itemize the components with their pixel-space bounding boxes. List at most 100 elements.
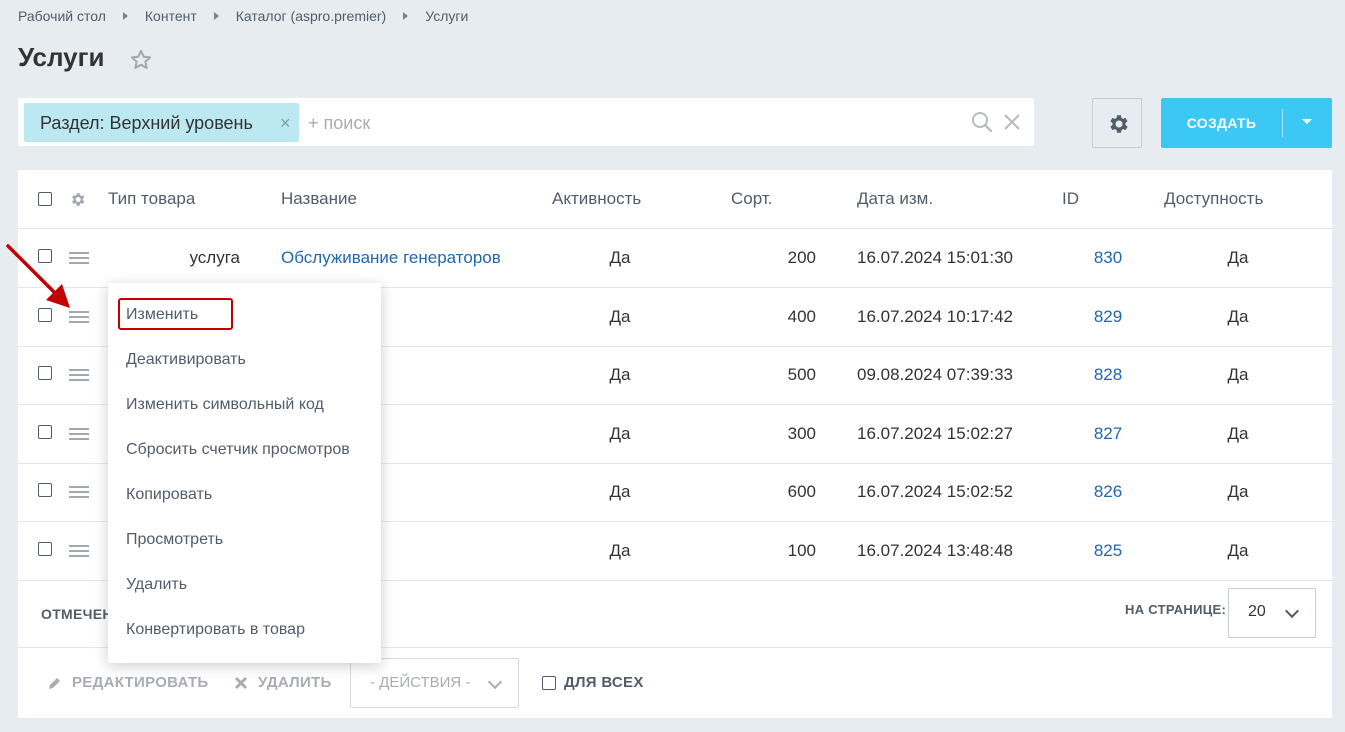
cell-date: 09.08.2024 07:39:33 (857, 365, 1013, 384)
row-checkbox[interactable] (38, 483, 52, 497)
gear-icon (1110, 115, 1128, 133)
menu-item-2[interactable]: Деактивировать (126, 351, 246, 369)
per-page-value: 20 (1248, 603, 1266, 620)
create-button[interactable]: СОЗДАТЬ (1161, 98, 1332, 148)
chevron-down-icon (1284, 603, 1300, 619)
breadcrumb-item-catalog[interactable]: Каталог (aspro.premier) (236, 8, 386, 24)
menu-item-7[interactable]: Удалить (126, 576, 187, 594)
delete-button-label: УДАЛИТЬ (258, 674, 332, 691)
cell-availability: Да (1227, 306, 1249, 326)
edit-button[interactable]: РЕДАКТИРОВАТЬ (48, 674, 209, 691)
menu-item-5[interactable]: Копировать (126, 486, 212, 504)
cell-sort: 100 (787, 540, 816, 560)
cell-date: 16.07.2024 15:02:27 (857, 423, 1013, 443)
column-header-active[interactable]: Активность (552, 189, 641, 209)
cell-type: услуга (189, 248, 240, 267)
edit-button-label: РЕДАКТИРОВАТЬ (72, 674, 209, 691)
column-settings-gear-icon[interactable] (69, 191, 86, 208)
row-checkbox[interactable] (38, 366, 52, 380)
row-menu-icon[interactable] (69, 310, 89, 323)
row-checkbox[interactable] (38, 541, 52, 556)
for-all-label: ДЛЯ ВСЕХ (564, 674, 644, 691)
cell-active: Да (609, 365, 631, 384)
cell-date: 16.07.2024 15:02:52 (857, 482, 1013, 501)
breadcrumb-separator-icon (122, 12, 128, 20)
row-menu-icon[interactable] (69, 252, 89, 264)
row-menu-icon[interactable] (69, 544, 89, 557)
breadcrumb-item-services[interactable]: Услуги (425, 8, 468, 24)
search-icon[interactable] (971, 111, 993, 133)
cell-date: 16.07.2024 15:01:30 (857, 248, 1013, 267)
star-icon[interactable] (129, 48, 153, 72)
per-page-label: НА СТРАНИЦЕ: (1125, 602, 1227, 617)
row-checkbox[interactable] (38, 307, 52, 322)
menu-item-3[interactable]: Изменить символьный код (126, 396, 324, 414)
cell-sort: 400 (787, 306, 816, 326)
column-header-date[interactable]: Дата изм. (857, 189, 933, 209)
breadcrumb-separator-icon (403, 12, 409, 20)
menu-item-1[interactable]: Изменить (126, 306, 198, 324)
column-header-sort[interactable]: Сорт. (731, 189, 772, 209)
for-all-checkbox[interactable] (542, 675, 556, 690)
row-menu-icon[interactable] (69, 427, 89, 440)
selected-count-label: ОТМЕЧЕН (41, 606, 113, 622)
close-icon[interactable] (1003, 113, 1021, 131)
caret-down-icon[interactable] (1302, 119, 1312, 124)
grid-header: Тип товара Название Активность Сорт. Дат… (18, 170, 1332, 229)
breadcrumb-separator-icon (213, 12, 219, 20)
cell-date: 16.07.2024 13:48:48 (857, 540, 1013, 560)
row-context-menu: Изменить Деактивировать Изменить символьны… (108, 283, 381, 663)
cell-id[interactable]: 826 (1068, 482, 1148, 502)
cell-availability: Да (1227, 248, 1249, 267)
cell-id[interactable]: 829 (1068, 307, 1148, 327)
cell-sort: 600 (787, 482, 816, 501)
menu-item-6[interactable]: Просмотреть (126, 531, 223, 549)
per-page-select[interactable]: 20 (1228, 588, 1316, 638)
breadcrumb-item-desktop[interactable]: Рабочий стол (18, 8, 106, 24)
cell-id[interactable]: 828 (1068, 365, 1148, 385)
chevron-down-icon (487, 674, 503, 690)
cell-id[interactable]: 830 (1068, 248, 1148, 268)
settings-button[interactable] (1092, 98, 1142, 148)
row-checkbox[interactable] (38, 249, 52, 263)
column-header-id[interactable]: ID (1062, 189, 1079, 209)
actions-select[interactable]: - ДЕЙСТВИЯ - (350, 658, 519, 708)
column-header-type[interactable]: Тип товара (108, 189, 195, 209)
filter-chip-section[interactable]: Раздел: Верхний уровень × (24, 103, 299, 142)
cell-id[interactable]: 827 (1068, 424, 1148, 444)
cell-sort: 200 (787, 248, 816, 267)
menu-item-8[interactable]: Конвертировать в товар (126, 621, 305, 639)
cell-availability: Да (1227, 482, 1249, 501)
cell-active: Да (609, 248, 631, 267)
cell-active: Да (609, 306, 631, 326)
for-all-toggle[interactable]: ДЛЯ ВСЕХ (542, 674, 644, 691)
menu-item-4[interactable]: Сбросить счетчик просмотров (126, 441, 350, 459)
cell-availability: Да (1227, 423, 1249, 443)
breadcrumb: Рабочий стол Контент Каталог (aspro.prem… (18, 8, 468, 24)
cell-sort: 300 (787, 423, 816, 443)
filter-search-bar: Раздел: Верхний уровень × (18, 98, 1034, 146)
cell-name[interactable]: Обслуживание генераторов (281, 248, 501, 268)
cell-active: Да (609, 482, 631, 501)
create-button-divider (1282, 109, 1283, 137)
row-menu-icon[interactable] (69, 486, 89, 498)
create-button-label: СОЗДАТЬ (1186, 115, 1257, 131)
cell-sort: 500 (787, 365, 816, 384)
table-row[interactable]: услуга Обслуживание генераторов Да 200 16.07… (18, 229, 1332, 288)
filter-chip-label: Раздел: Верхний уровень (40, 113, 253, 133)
breadcrumb-item-content[interactable]: Контент (145, 8, 197, 24)
cell-date: 16.07.2024 10:17:42 (857, 306, 1013, 326)
row-checkbox[interactable] (38, 424, 52, 439)
cell-active: Да (609, 540, 631, 560)
delete-button[interactable]: УДАЛИТЬ (234, 674, 332, 691)
cell-id[interactable]: 825 (1068, 541, 1148, 561)
column-header-name[interactable]: Название (281, 189, 357, 209)
search-input[interactable] (306, 107, 950, 139)
select-all-checkbox[interactable] (38, 192, 52, 206)
delete-x-icon (234, 676, 248, 689)
column-header-availability[interactable]: Доступность (1164, 189, 1263, 209)
row-menu-icon[interactable] (69, 369, 89, 381)
cell-availability: Да (1227, 365, 1249, 384)
cell-availability: Да (1227, 540, 1249, 560)
chip-close-icon[interactable]: × (280, 114, 291, 132)
